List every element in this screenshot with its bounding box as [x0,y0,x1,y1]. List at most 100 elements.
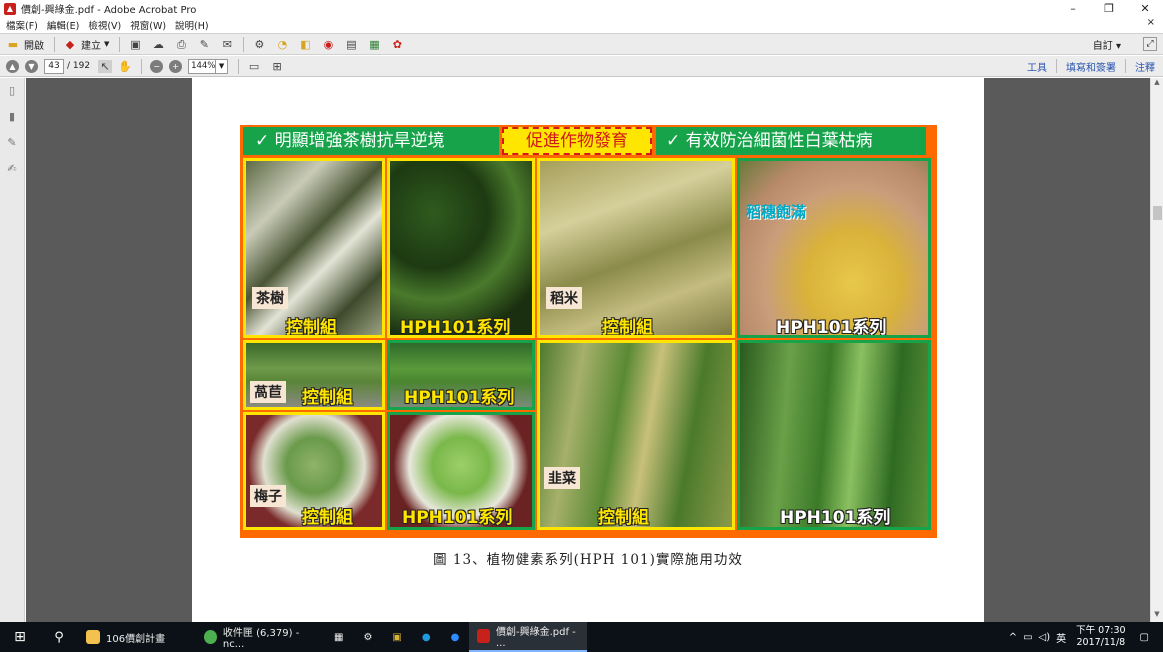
hand-tool-icon[interactable]: ✋ [118,60,132,73]
taskbar-app[interactable]: ▣ [382,622,411,652]
navigation-toolbar: ▲ ▼ 43 / 192 ↖ ✋ − + 144% ▼ ▭ ⊞ 工具 填寫和簽署… [0,56,1163,77]
signature-icon[interactable]: ✍ [6,162,18,176]
window-title: 價創-興綠金.pdf - Adobe Acrobat Pro [21,5,197,16]
task-pane-links: 工具 填寫和簽署 注釋 [1018,59,1155,74]
calculator-icon: ▦ [334,631,344,643]
taskbar-acrobat[interactable]: 價創-興綠金.pdf - ... [469,622,588,652]
banner-growth: 促進作物發育 [502,127,652,155]
create-button[interactable]: ◆ 建立 ▼ [63,37,110,52]
acrobat-icon: ▲ [4,2,16,15]
system-tray: ^ ▭ ◁) 英 下午 07:30 2017/11/8 ▢ [1009,622,1163,652]
previous-page-icon[interactable]: ▲ [6,59,19,73]
export-icon[interactable]: ▦ [367,38,381,51]
lettuce-hph-caption: HPH101系列 [404,388,515,408]
lettuce-control-caption: 控制組 [302,388,353,408]
separator [54,36,55,52]
navigation-pane: ▯ ▮ ✎ ✍ [0,78,25,622]
network-icon[interactable]: ▭ [1023,632,1032,643]
chive-hph-caption: HPH101系列 [780,508,891,528]
fill-sign-link[interactable]: 填寫和簽署 [1066,59,1116,74]
scroll-up-icon[interactable]: ▲ [1151,78,1163,90]
settings-icon[interactable]: ⚙ [252,38,266,51]
tea-hph-photo: HPH101系列 [387,158,535,338]
open-button[interactable]: ▬ 開啟 [6,37,44,52]
taskbar-zoom[interactable]: ● [441,622,470,652]
close-button[interactable]: ✕ [1127,0,1163,17]
separator [141,58,143,74]
bookmark-icon[interactable]: ▮ [6,110,18,124]
page-total: / 192 [67,61,91,71]
plum-control-photo: 梅子 控制組 [243,412,385,530]
banner-disease-control: ✓ 有效防治細菌性白葉枯病 [656,127,926,155]
pdf-page: ✓ 明顯增強茶樹抗旱逆境 促進作物發育 ✓ 有效防治細菌性白葉枯病 茶樹 控制組… [192,78,984,622]
close-document-button[interactable]: × [1147,17,1155,28]
zoom-app-icon: ● [450,631,460,643]
menu-help[interactable]: 說明(H) [175,18,209,32]
taskbar-folder-label: 106價創計畫 [106,633,166,645]
print-icon[interactable]: ⎙ [174,38,188,51]
menu-edit[interactable]: 編輯(E) [47,18,79,32]
cloud-upload-icon[interactable]: ☁ [151,38,165,51]
zoom-in-icon[interactable]: + [169,59,183,73]
menu-view[interactable]: 檢視(V) [88,18,121,32]
email-icon[interactable]: ✉ [220,38,234,51]
menu-window[interactable]: 視窗(W) [130,18,166,32]
separator [1125,59,1126,73]
share-icon[interactable]: ◉ [321,38,335,51]
fit-width-icon[interactable]: ⊞ [270,60,284,73]
document-icon[interactable]: ▤ [344,38,358,51]
taskbar-settings[interactable]: ⚙ [353,622,382,652]
volume-icon[interactable]: ◁) [1039,632,1051,643]
vertical-scrollbar[interactable]: ▲ ▼ [1150,78,1163,622]
notification-icon[interactable]: ▢ [1140,632,1149,643]
settings-icon: ⚙ [363,631,373,643]
taskbar-folder[interactable]: 106價創計畫 [78,622,196,652]
scroll-down-icon[interactable]: ▼ [1151,610,1163,622]
comment-link[interactable]: 注釋 [1135,59,1155,74]
menu-file[interactable]: 檔案(F) [6,18,38,32]
save-icon[interactable]: ▣ [128,38,142,51]
rice-hph-photo: 稻穗飽滿 HPH101系列 [737,158,931,338]
select-cursor-icon[interactable]: ↖ [98,59,113,73]
zoom-dropdown-icon[interactable]: ▼ [216,58,229,74]
zoom-out-icon[interactable]: − [150,59,164,73]
document-area: ✓ 明顯增強茶樹抗旱逆境 促進作物發育 ✓ 有效防治細菌性白葉枯病 茶樹 控制組… [26,78,1150,622]
input-language[interactable]: 英 [1056,630,1066,645]
page-number-input[interactable]: 43 [44,58,64,74]
taskbar-chrome[interactable]: 收件匣 (6,379) - nc... [196,622,324,652]
scrollbar-thumb[interactable] [1153,206,1162,220]
edit-icon[interactable]: ✎ [197,38,211,51]
taskbar-calculator[interactable]: ▦ [324,622,353,652]
fit-page-icon[interactable]: ▭ [247,60,261,73]
minimize-button[interactable]: – [1055,0,1091,17]
window-controls: – ❐ ✕ [1055,0,1163,17]
tray-expand-icon[interactable]: ^ [1009,632,1017,643]
chrome-icon [204,630,217,644]
restore-button[interactable]: ❐ [1091,0,1127,17]
title-bar: ▲ 價創-興綠金.pdf - Adobe Acrobat Pro – ❐ ✕ [0,0,1163,17]
tea-control-caption: 控制組 [286,318,337,338]
windows-start-icon[interactable]: ⊞ [0,622,40,652]
search-icon[interactable]: ⚲ [40,630,78,645]
taskbar-skype[interactable]: ● [412,622,441,652]
customize-dropdown[interactable]: 自訂 ▾ [1093,37,1121,52]
lettuce-control-photo: 萵苣 控制組 [243,340,385,410]
attachment-icon[interactable]: ✎ [6,136,18,150]
zoom-level-input[interactable]: 144% [188,58,217,74]
tools-link[interactable]: 工具 [1027,59,1047,74]
banner-drought-resistance: ✓ 明顯增強茶樹抗旱逆境 [243,127,499,155]
pages-icon[interactable]: ▯ [6,84,18,98]
next-page-icon[interactable]: ▼ [25,59,38,73]
rice-hph-caption: HPH101系列 [776,318,887,338]
separator [243,36,245,52]
chive-control-photo: 韭菜 控制組 [537,340,735,530]
chive-control-caption: 控制組 [598,508,649,528]
highlight-icon[interactable]: ◧ [298,38,312,51]
acrobat-icon [477,629,490,643]
stamp-icon[interactable]: ✿ [390,38,404,51]
comment-icon[interactable]: ◔ [275,38,289,51]
clock[interactable]: 下午 07:30 2017/11/8 [1076,625,1125,649]
rice-full-text: 稻穗飽滿 [746,203,807,221]
clock-time: 下午 07:30 [1076,625,1126,636]
expand-toolbar-button[interactable]: ⤢ [1143,37,1157,51]
